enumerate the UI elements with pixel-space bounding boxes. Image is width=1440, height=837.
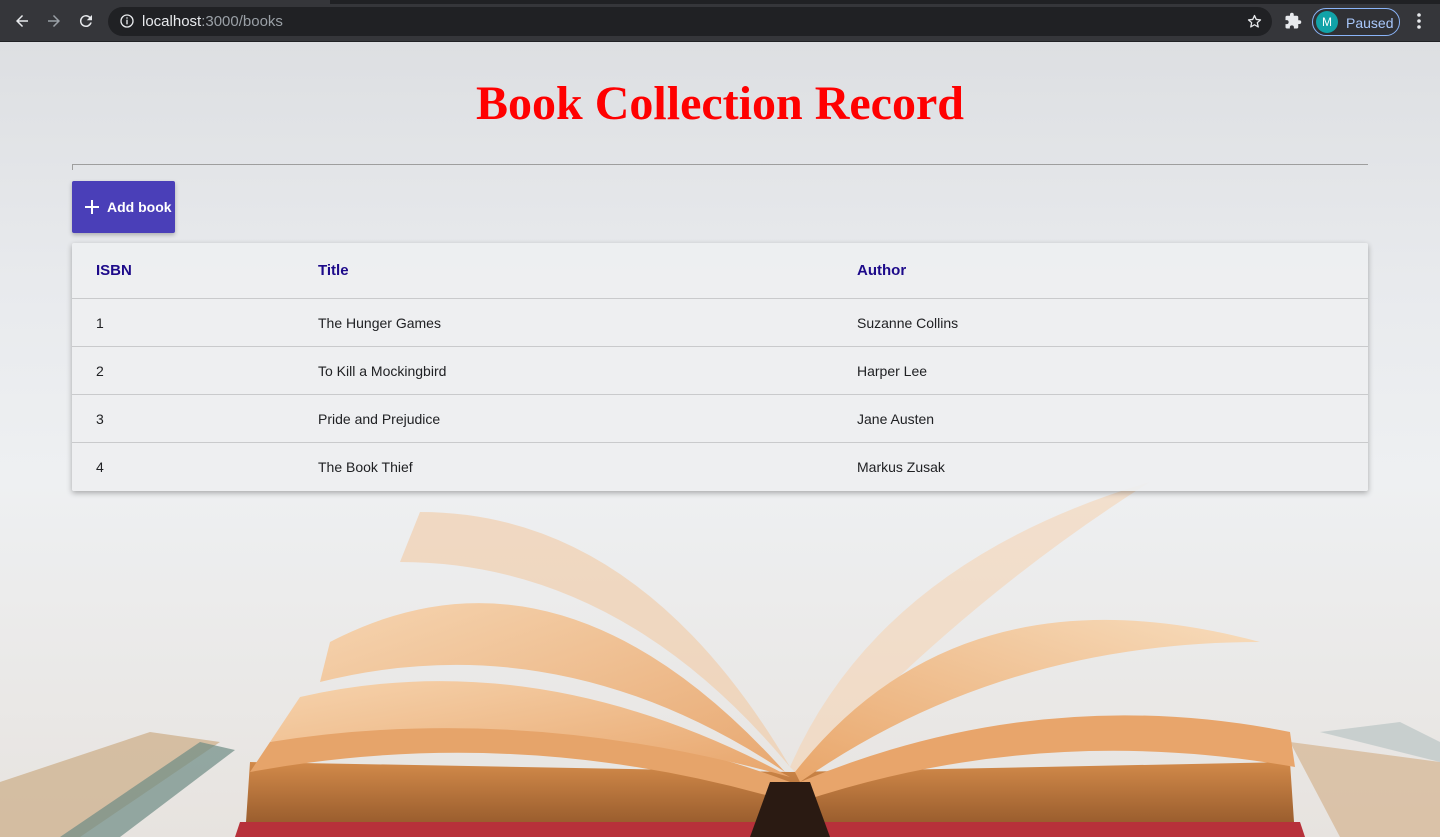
table-header: ISBN Title Author [72,243,1368,299]
url-host: localhost [142,13,202,30]
reload-button[interactable] [74,9,98,33]
add-book-label: Add book [107,199,172,215]
header-title[interactable]: Title [318,262,349,279]
table-row[interactable]: 4 The Book Thief Markus Zusak [72,443,1368,491]
profile-button[interactable]: M Paused [1312,8,1400,36]
cell-title: To Kill a Mockingbird [318,363,447,379]
header-author[interactable]: Author [857,262,906,279]
reload-icon [79,15,92,28]
cell-isbn: 3 [96,411,104,427]
forward-icon [48,15,60,27]
star-icon[interactable] [1246,13,1263,30]
cell-title: Pride and Prejudice [318,411,441,427]
divider [72,164,1368,170]
extensions-icon[interactable] [1284,12,1302,30]
avatar: M [1316,11,1338,33]
kebab-menu-icon[interactable] [1410,11,1428,31]
url-text[interactable]: localhost:3000/books [142,13,283,30]
table-row[interactable]: 2 To Kill a Mockingbird Harper Lee [72,347,1368,395]
table-row[interactable]: 1 The Hunger Games Suzanne Collins [72,299,1368,347]
page-body: Book Collection Record Add book ISBN Tit… [0,42,1440,837]
profile-status: Paused [1346,15,1394,31]
url-path: :3000/books [201,13,283,30]
table-row[interactable]: 3 Pride and Prejudice Jane Austen [72,395,1368,443]
info-icon[interactable] [119,13,135,29]
header-isbn[interactable]: ISBN [96,262,132,279]
cell-author: Suzanne Collins [857,315,959,331]
cell-isbn: 1 [96,315,104,331]
back-button[interactable] [10,9,34,33]
books-table: ISBN Title Author 1 The Hunger Games Suz… [72,243,1368,491]
browser-toolbar: localhost:3000/books M Paused [0,0,1440,42]
forward-button[interactable] [42,9,66,33]
cell-author: Jane Austen [857,411,935,427]
cell-isbn: 4 [96,459,104,475]
cell-title: The Book Thief [318,459,413,475]
cell-author: Harper Lee [857,363,928,379]
cell-isbn: 2 [96,363,104,379]
cell-title: The Hunger Games [318,315,441,331]
back-icon [16,15,28,27]
plus-icon [85,200,99,214]
address-bar[interactable]: localhost:3000/books [108,7,1272,36]
cell-author: Markus Zusak [857,459,945,475]
page-title: Book Collection Record [476,77,964,130]
add-book-button[interactable]: Add book [72,181,175,233]
tab-strip [330,0,1440,4]
